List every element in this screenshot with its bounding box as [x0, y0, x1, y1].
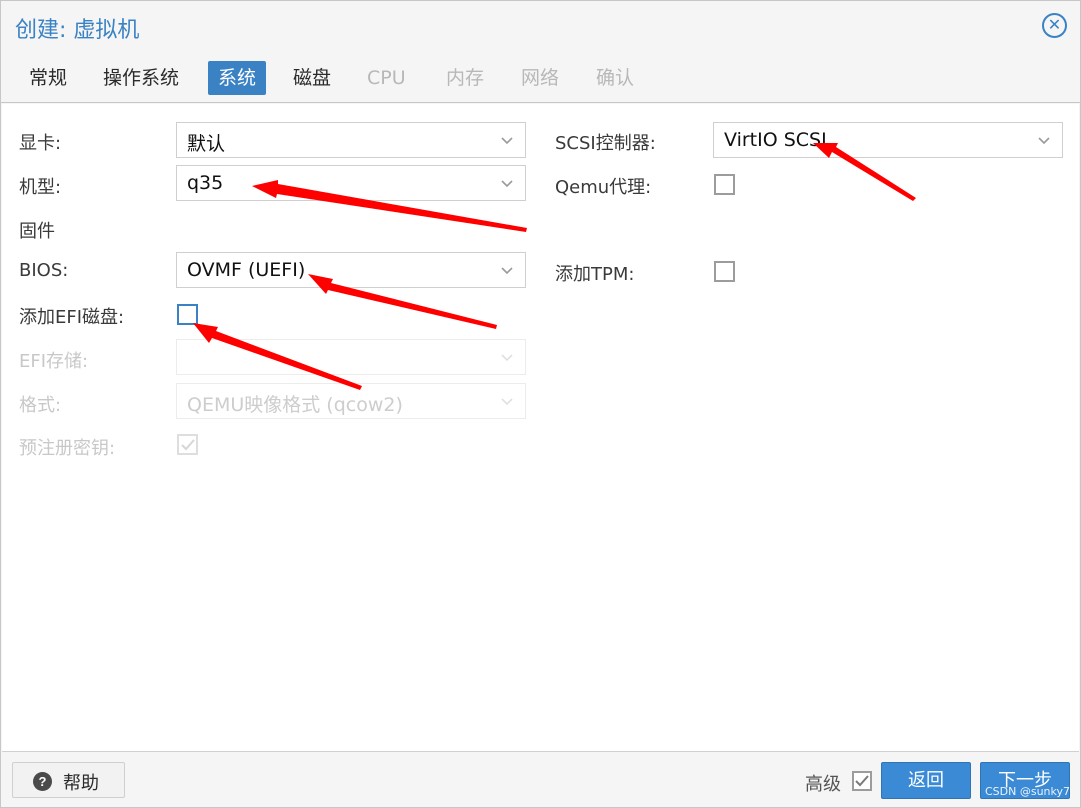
graphics-card-label: 显卡:: [19, 133, 62, 154]
dialog-title: 创建: 虚拟机: [15, 18, 140, 43]
dialog-window: 创建: 虚拟机 ✕ 常规 操作系统 系统 磁盘 CPU 内存 网络 确认 显卡:…: [0, 0, 1081, 808]
chevron-down-icon: [501, 398, 513, 406]
machine-value: q35: [187, 172, 224, 194]
pre-enrolled-keys-checkbox[interactable]: [177, 434, 198, 455]
help-icon: ?: [33, 772, 52, 791]
tab-memory[interactable]: 内存: [436, 61, 494, 95]
chevron-down-icon: [501, 180, 513, 188]
graphics-card-value: 默认: [187, 133, 226, 155]
tab-system[interactable]: 系统: [208, 61, 267, 95]
bios-value: OVMF (UEFI): [187, 259, 306, 281]
format-value: QEMU映像格式 (qcow2): [187, 394, 403, 416]
tab-general[interactable]: 常规: [19, 61, 77, 95]
watermark: CSDN @sunky7: [985, 785, 1071, 798]
machine-select[interactable]: q35: [176, 165, 526, 201]
bios-label: BIOS:: [19, 260, 69, 281]
scsi-controller-select[interactable]: VirtIO SCSI: [713, 122, 1063, 158]
checkmark-icon: [855, 775, 869, 787]
pre-enrolled-keys-label: 预注册密钥:: [19, 438, 116, 459]
qemu-agent-checkbox[interactable]: [714, 174, 735, 195]
machine-label: 机型:: [19, 177, 62, 198]
add-tpm-label: 添加TPM:: [555, 264, 635, 285]
back-button[interactable]: 返回: [881, 762, 971, 799]
add-tpm-checkbox[interactable]: [714, 261, 735, 282]
help-label: 帮助: [63, 773, 99, 794]
advanced-label: 高级: [805, 774, 841, 795]
qemu-agent-label: Qemu代理:: [555, 177, 652, 198]
tab-disks[interactable]: 磁盘: [283, 61, 341, 95]
scsi-controller-label: SCSI控制器:: [555, 133, 656, 154]
tab-cpu[interactable]: CPU: [357, 61, 416, 95]
add-efi-disk-checkbox[interactable]: [177, 304, 198, 325]
checkmark-icon: [181, 439, 195, 451]
efi-storage-label: EFI存储:: [19, 351, 89, 372]
tab-os[interactable]: 操作系统: [93, 61, 189, 95]
close-icon[interactable]: ✕: [1042, 13, 1067, 38]
firmware-heading: 固件: [19, 221, 55, 242]
advanced-checkbox[interactable]: [852, 771, 872, 791]
add-efi-disk-label: 添加EFI磁盘:: [19, 307, 125, 328]
chevron-down-icon: [1038, 137, 1050, 145]
chevron-down-icon: [501, 137, 513, 145]
tab-network[interactable]: 网络: [511, 61, 569, 95]
help-button[interactable]: ? 帮助: [12, 762, 125, 798]
bios-select[interactable]: OVMF (UEFI): [176, 252, 526, 288]
format-label: 格式:: [19, 395, 62, 416]
efi-storage-select[interactable]: [176, 339, 526, 375]
footer-bar: ? 帮助 高级 返回 下一步: [2, 753, 1079, 807]
format-select[interactable]: QEMU映像格式 (qcow2): [176, 383, 526, 419]
tab-confirm[interactable]: 确认: [586, 61, 644, 95]
form-panel: 显卡: 默认 机型: q35 固件 BIOS: OVMF (UEFI) 添加EF…: [2, 104, 1079, 752]
titlebar: 创建: 虚拟机 ✕: [1, 1, 1080, 53]
chevron-down-icon: [501, 354, 513, 362]
scsi-controller-value: VirtIO SCSI: [724, 129, 827, 151]
tab-bar: 常规 操作系统 系统 磁盘 CPU 内存 网络 确认: [1, 57, 1080, 103]
chevron-down-icon: [501, 267, 513, 275]
graphics-card-select[interactable]: 默认: [176, 122, 526, 158]
